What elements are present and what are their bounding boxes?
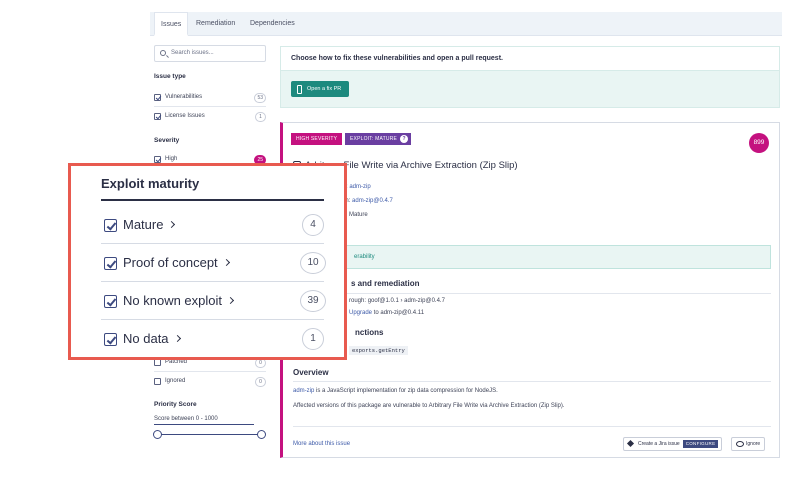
filter-vulnerabilities[interactable]: Vulnerabilities 53 bbox=[154, 91, 266, 105]
priority-score-title: Priority Score bbox=[154, 401, 197, 408]
overview-text: is a JavaScript implementation for zip d… bbox=[316, 388, 498, 394]
intro-value: goof@1.0.1 › adm-zip@0.4.7 bbox=[367, 298, 445, 304]
checkbox-icon[interactable] bbox=[104, 219, 117, 232]
remediation-line: Upgrade to adm-zip@0.4.11 bbox=[349, 310, 424, 316]
meta-value: Mature bbox=[349, 212, 368, 218]
function-code: exports.getEntry bbox=[349, 346, 408, 355]
filter-count: 0 bbox=[255, 377, 266, 387]
affected-versions-text: Affected versions of this package are vu… bbox=[293, 403, 565, 409]
more-about-issue-link[interactable]: More about this issue bbox=[293, 441, 350, 447]
filter-proof-of-concept[interactable]: Proof of concept 10 bbox=[101, 244, 326, 282]
divider bbox=[293, 381, 771, 382]
filter-label: Proof of concept bbox=[123, 255, 230, 270]
introduced-through-line: rough: goof@1.0.1 › adm-zip@0.4.7 bbox=[349, 298, 445, 304]
divider bbox=[293, 426, 771, 427]
checkbox-icon[interactable] bbox=[104, 257, 117, 270]
priority-range-text: Score between 0 - 1000 bbox=[154, 416, 218, 422]
filter-label: High bbox=[165, 156, 178, 162]
filter-count: 10 bbox=[300, 252, 326, 274]
issue-card: HIGH SEVERITY EXPLOIT: MATURE 899 Arbitr… bbox=[280, 122, 780, 458]
upgrade-link[interactable]: Upgrade bbox=[349, 310, 372, 316]
create-jira-issue-button[interactable]: Create a Jira issue CONFIGURE bbox=[623, 437, 723, 451]
jira-button-label: Create a Jira issue bbox=[638, 441, 680, 447]
filter-label: License Issues bbox=[165, 113, 205, 119]
divider bbox=[154, 371, 266, 372]
divider bbox=[293, 293, 771, 294]
divider bbox=[154, 106, 266, 107]
overview-line: adm-zip is a JavaScript implementation f… bbox=[293, 388, 498, 394]
search-placeholder: Search issues... bbox=[171, 50, 214, 56]
checkbox-icon[interactable] bbox=[154, 378, 161, 385]
priority-slider-track[interactable] bbox=[158, 434, 262, 435]
priority-slider-max-handle[interactable] bbox=[257, 430, 266, 439]
adm-zip-link[interactable]: adm-zip bbox=[293, 388, 314, 394]
ignore-label: Ignore bbox=[746, 441, 761, 447]
chevron-right-icon bbox=[226, 296, 235, 305]
functions-heading: nctions bbox=[355, 328, 384, 337]
title-rule bbox=[101, 199, 324, 201]
filter-count: 1 bbox=[302, 328, 324, 350]
filter-mature[interactable]: Mature 4 bbox=[101, 206, 324, 244]
filter-count: 53 bbox=[254, 93, 266, 103]
search-icon bbox=[160, 50, 166, 56]
filter-count: 1 bbox=[255, 112, 266, 122]
filter-label: Mature bbox=[123, 217, 176, 232]
meta-value-link[interactable]: adm-zip bbox=[349, 184, 370, 190]
tab-dependencies[interactable]: Dependencies bbox=[244, 12, 301, 36]
checkbox-icon[interactable] bbox=[104, 295, 117, 308]
intro-key: rough: bbox=[349, 298, 367, 304]
priority-slider-min-handle[interactable] bbox=[153, 430, 162, 439]
priority-underline bbox=[154, 424, 254, 425]
filter-label: No data bbox=[123, 331, 181, 346]
filter-count: 39 bbox=[300, 290, 326, 312]
chevron-right-icon bbox=[168, 220, 176, 229]
filter-label: Ignored bbox=[165, 378, 186, 384]
remediation-text: to adm-zip@0.4.11 bbox=[373, 310, 425, 316]
meta-vulnerable-module: : adm-zip bbox=[346, 184, 371, 190]
function-line: exports.getEntry bbox=[349, 346, 408, 355]
checkbox-icon[interactable] bbox=[154, 94, 161, 101]
exploit-maturity-callout: Exploit maturity Mature 4 Proof of conce… bbox=[68, 163, 347, 360]
chevron-right-icon bbox=[222, 258, 230, 267]
priority-score-badge: 899 bbox=[749, 133, 769, 153]
vulnerability-tag-bar: erability bbox=[293, 245, 771, 269]
meta-exploit-maturity: Mature bbox=[349, 212, 368, 218]
checkbox-icon[interactable] bbox=[154, 156, 161, 163]
tab-issues[interactable]: Issues bbox=[154, 12, 189, 36]
checkbox-icon[interactable] bbox=[104, 333, 117, 346]
meta-value-link[interactable]: adm-zip@0.4.7 bbox=[352, 198, 393, 204]
filter-no-data[interactable]: No data 1 bbox=[101, 320, 324, 358]
exploit-maturity-title: Exploit maturity bbox=[101, 176, 200, 191]
vulnerability-tag[interactable]: erability bbox=[354, 254, 375, 260]
open-fix-pr-button[interactable]: Open a fix PR bbox=[291, 81, 350, 97]
chevron-right-icon bbox=[173, 334, 181, 343]
search-input[interactable]: Search issues... bbox=[154, 45, 266, 62]
filter-label: No known exploit bbox=[123, 293, 235, 308]
fix-pr-panel: Choose how to fix these vulnerabilities … bbox=[280, 46, 780, 108]
exploit-badge[interactable]: EXPLOIT: MATURE bbox=[345, 133, 412, 145]
tab-bar: Issues Remediation Dependencies bbox=[150, 12, 782, 36]
ignore-button[interactable]: Ignore bbox=[731, 437, 766, 451]
checkbox-icon[interactable] bbox=[154, 113, 161, 120]
filter-no-known-exploit[interactable]: No known exploit 39 bbox=[101, 282, 326, 320]
severity-title: Severity bbox=[154, 137, 180, 144]
fix-pr-heading: Choose how to fix these vulnerabilities … bbox=[281, 47, 779, 71]
tab-remediation[interactable]: Remediation bbox=[190, 12, 241, 36]
filter-label: Vulnerabilities bbox=[165, 94, 203, 100]
filter-ignored[interactable]: Ignored 0 bbox=[154, 375, 266, 389]
configure-badge[interactable]: CONFIGURE bbox=[682, 440, 719, 448]
overview-heading: Overview bbox=[293, 368, 329, 377]
filter-license-issues[interactable]: License Issues 1 bbox=[154, 110, 266, 124]
filter-count: 4 bbox=[302, 214, 324, 236]
detailed-paths-heading: s and remediation bbox=[351, 279, 420, 288]
meta-introduced-through: gh: adm-zip@0.4.7 bbox=[342, 198, 393, 204]
issue-type-title: Issue type bbox=[154, 73, 186, 80]
checkbox-icon[interactable] bbox=[154, 359, 161, 366]
severity-badge: HIGH SEVERITY bbox=[291, 133, 343, 145]
